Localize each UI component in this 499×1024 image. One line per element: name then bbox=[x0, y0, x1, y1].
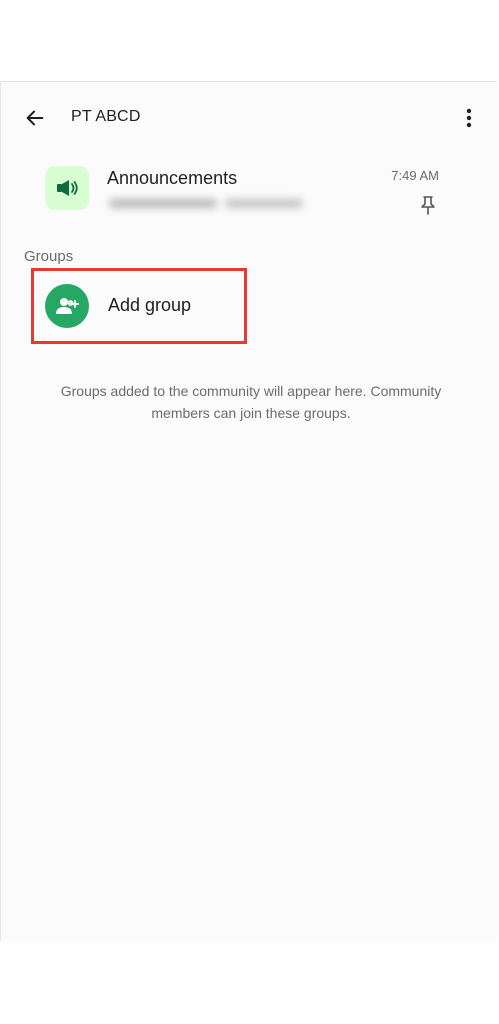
add-group-icon bbox=[56, 298, 79, 314]
more-vertical-icon bbox=[466, 108, 472, 128]
announcements-time: 7:49 AM bbox=[391, 168, 439, 183]
arrow-left-icon bbox=[26, 110, 44, 126]
page-title: PT ABCD bbox=[71, 108, 141, 125]
groups-section-label: Groups bbox=[24, 248, 74, 265]
community-header: PT ABCD bbox=[1, 82, 497, 154]
add-group-avatar bbox=[45, 284, 89, 328]
community-panel: PT ABCD Announcements 7:49 AM Groups Add… bbox=[0, 81, 497, 941]
announcements-avatar bbox=[45, 166, 89, 210]
megaphone-icon bbox=[57, 180, 78, 196]
groups-info-text: Groups added to the community will appea… bbox=[60, 383, 442, 421]
menu-button[interactable] bbox=[455, 104, 483, 132]
back-button[interactable] bbox=[21, 104, 49, 132]
announcements-name: Announcements bbox=[107, 168, 238, 188]
announcements-preview-redacted bbox=[109, 196, 305, 210]
page: PT ABCD Announcements 7:49 AM Groups Add… bbox=[0, 0, 499, 1024]
announcements-row[interactable]: Announcements 7:49 AM bbox=[1, 160, 497, 226]
add-group-button[interactable]: Add group bbox=[31, 268, 247, 344]
pin-icon bbox=[419, 194, 437, 216]
add-group-label: Add group bbox=[108, 295, 192, 315]
